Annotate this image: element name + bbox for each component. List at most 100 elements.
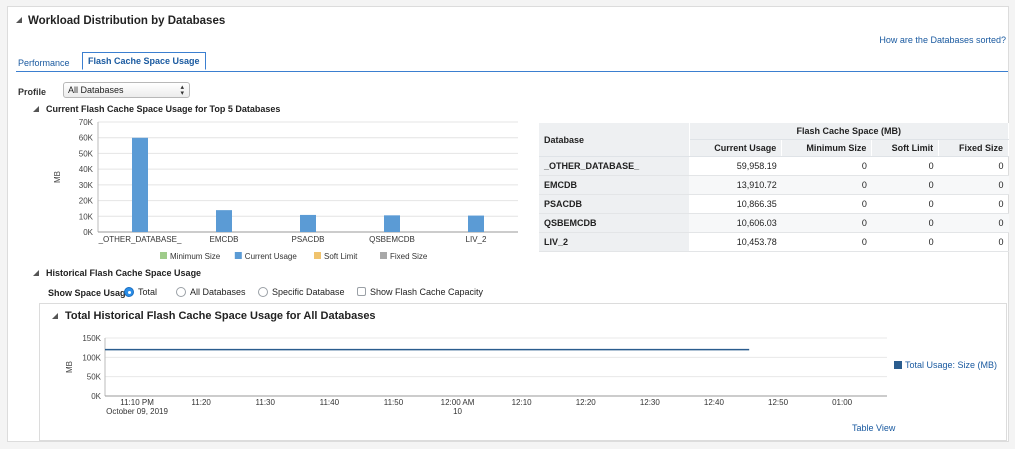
y-tick-label: 70K — [79, 118, 94, 127]
table-row[interactable]: PSACDB 10,866.35 0 0 0 — [539, 194, 1009, 214]
minimum-size-cell: 0 — [781, 194, 872, 214]
profile-select-value: All Databases — [68, 85, 124, 95]
tab-performance[interactable]: Performance — [18, 58, 70, 68]
y-tick-label: 0K — [91, 392, 101, 401]
x-tick-label: 11:30 — [256, 398, 276, 407]
historical-legend[interactable]: Total Usage: Size (MB) — [894, 360, 997, 370]
x-tick-sublabel: 10 — [453, 407, 462, 416]
database-column-header[interactable]: Database — [539, 123, 690, 157]
x-category-label: EMCDB — [210, 235, 239, 244]
fixed-size-cell: 0 — [938, 175, 1009, 195]
radio-specific-database-label: Specific Database — [272, 287, 345, 297]
minimum-size-cell: 0 — [781, 175, 872, 195]
select-arrows-icon: ▴ ▾ — [180, 84, 184, 97]
historical-line-chart: 0K 50K 100K 150K MB 11:10 PMOctober 09, 2019 1… — [65, 334, 887, 416]
flash-cache-space-group-header: Flash Cache Space (MB) — [689, 123, 1009, 140]
soft-limit-column-header[interactable]: Soft Limit — [871, 139, 940, 157]
tab-flash-cache-space-usage[interactable]: Flash Cache Space Usage — [82, 52, 206, 70]
fixed-size-column-header[interactable]: Fixed Size — [938, 139, 1009, 157]
show-space-usage-label: Show Space Usage — [48, 288, 131, 298]
x-tick-label: 11:10 PM — [120, 398, 154, 407]
x-tick-label: 12:40 — [704, 398, 725, 407]
y-tick-label: 50K — [79, 149, 94, 158]
x-tick-label: 01:00 — [832, 398, 853, 407]
database-name: _OTHER_DATABASE_ — [539, 156, 689, 176]
x-tick-label: 12:50 — [768, 398, 789, 407]
legend-label: Minimum Size — [170, 252, 221, 261]
y-tick-label: 0K — [83, 228, 93, 237]
historical-panel-title: Total Historical Flash Cache Space Usage… — [65, 310, 376, 322]
legend-swatch — [894, 361, 902, 369]
sort-help-link[interactable]: How are the Databases sorted? — [879, 35, 1006, 45]
profile-select[interactable]: All Databases ▴ ▾ — [63, 82, 190, 98]
page: Workload Distribution by Databases How a… — [7, 6, 1009, 442]
legend-swatch — [234, 252, 242, 259]
profile-label: Profile — [18, 87, 47, 97]
table-row[interactable]: LIV_2 10,453.78 0 0 0 — [539, 232, 1009, 252]
radio-specific-database[interactable] — [258, 287, 268, 297]
table-row[interactable]: QSBEMCDB 10,606.03 0 0 0 — [539, 213, 1009, 233]
table-view-link[interactable]: Table View — [852, 423, 895, 433]
bar-current-usage — [468, 215, 484, 232]
section-title: Workload Distribution by Databases — [28, 15, 226, 27]
database-name: QSBEMCDB — [539, 213, 689, 233]
x-category-label: LIV_2 — [466, 235, 487, 244]
show-capacity-label: Show Flash Cache Capacity — [370, 287, 484, 297]
historical-chart-panel: Total Historical Flash Cache Space Usage… — [39, 303, 1007, 441]
x-category-label: PSACDB — [292, 235, 325, 244]
legend-swatch — [314, 252, 321, 259]
fixed-size-cell: 0 — [938, 232, 1009, 252]
table-row[interactable]: EMCDB 13,910.72 0 0 0 — [539, 175, 1009, 195]
current-usage-bar-chart: 0K 10K 20K 30K 40K 50K 60K 70K MB _OTHER_DATABASE… — [53, 118, 518, 261]
soft-limit-cell: 0 — [871, 194, 939, 214]
legend-label: Fixed Size — [390, 252, 428, 261]
x-category-label: QSBEMCDB — [369, 235, 415, 244]
radio-total[interactable] — [124, 287, 134, 297]
database-name: LIV_2 — [539, 232, 689, 252]
bar-current-usage — [384, 215, 400, 232]
y-tick-label: 20K — [79, 197, 94, 206]
soft-limit-cell: 0 — [871, 156, 939, 176]
current-usage-cell: 10,453.78 — [689, 232, 782, 252]
historical-title: Historical Flash Cache Space Usage — [46, 268, 202, 278]
fixed-size-cell: 0 — [938, 213, 1009, 233]
collapse-triangle-icon[interactable] — [33, 106, 39, 112]
y-tick-label: 40K — [79, 165, 94, 174]
current-usage-column-header[interactable]: Current Usage — [689, 139, 783, 157]
y-tick-label: 50K — [87, 373, 102, 382]
y-tick-label: 150K — [82, 334, 101, 343]
fixed-size-cell: 0 — [938, 194, 1009, 214]
y-axis-title: MB — [65, 361, 74, 373]
radio-all-databases[interactable] — [176, 287, 186, 297]
y-tick-label: 10K — [79, 212, 94, 221]
fixed-size-cell: 0 — [938, 156, 1009, 176]
soft-limit-cell: 0 — [871, 175, 939, 195]
y-tick-label: 30K — [79, 181, 94, 190]
x-tick-label: 12:30 — [640, 398, 661, 407]
x-tick-label: 11:50 — [384, 398, 404, 407]
collapse-triangle-icon[interactable] — [52, 313, 58, 319]
y-axis-title: MB — [53, 171, 62, 183]
minimum-size-cell: 0 — [781, 156, 872, 176]
show-capacity-checkbox[interactable] — [357, 287, 366, 296]
current-usage-cell: 10,606.03 — [689, 213, 782, 233]
bar-current-usage — [132, 137, 148, 232]
collapse-triangle-icon[interactable] — [33, 270, 39, 276]
minimum-size-cell: 0 — [781, 232, 872, 252]
legend-swatch — [160, 252, 167, 259]
current-usage-cell: 10,866.35 — [689, 194, 782, 214]
radio-total-label: Total — [138, 287, 158, 297]
x-tick-label: 12:20 — [576, 398, 597, 407]
current-usage-title: Current Flash Cache Space Usage for Top … — [46, 104, 281, 114]
soft-limit-cell: 0 — [871, 213, 939, 233]
y-tick-label: 60K — [79, 134, 94, 143]
table-row[interactable]: _OTHER_DATABASE_ 59,958.19 0 0 0 — [539, 156, 1009, 176]
soft-limit-cell: 0 — [871, 232, 939, 252]
legend-label: Soft Limit — [324, 252, 358, 261]
x-tick-label: 12:00 AM — [441, 398, 475, 407]
minimum-size-cell: 0 — [781, 213, 872, 233]
minimum-size-column-header[interactable]: Minimum Size — [781, 139, 873, 157]
current-usage-cell: 13,910.72 — [689, 175, 782, 195]
collapse-triangle-icon[interactable] — [16, 17, 22, 23]
database-name: PSACDB — [539, 194, 689, 214]
